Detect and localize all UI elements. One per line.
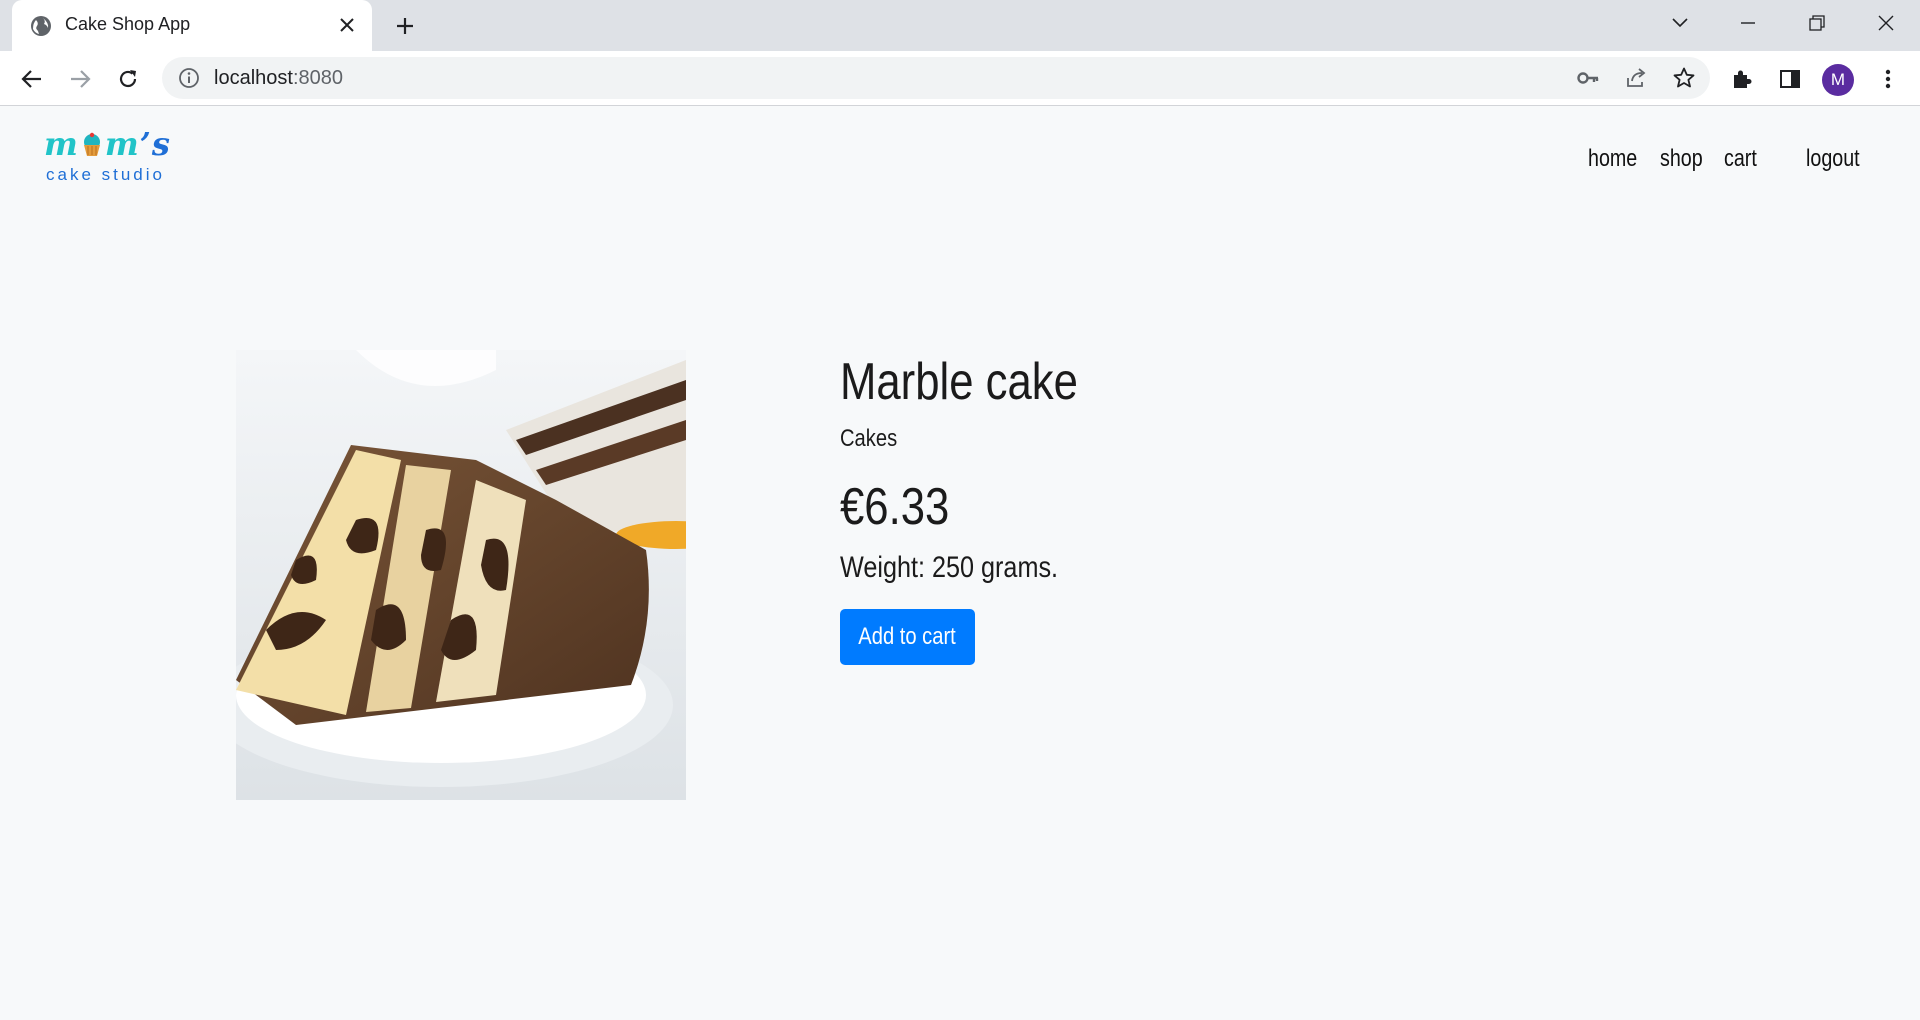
share-icon[interactable] (1624, 66, 1648, 90)
logo-letter: m (104, 125, 140, 163)
reload-icon[interactable] (112, 63, 144, 95)
close-window-icon[interactable] (1866, 8, 1906, 38)
cupcake-icon (79, 127, 105, 156)
browser-tab-strip: Cake Shop App (0, 0, 1920, 51)
nav-cart[interactable]: cart (1724, 145, 1757, 173)
product-weight: Weight: 250 grams. (840, 551, 1059, 584)
url-text[interactable]: localhost:8080 (214, 67, 343, 90)
logo-subtitle: cake studio (46, 165, 165, 184)
nav-home[interactable]: home (1588, 145, 1637, 173)
close-tab-icon[interactable] (334, 12, 360, 38)
back-arrow-icon[interactable] (16, 63, 48, 95)
restore-icon[interactable] (1797, 8, 1837, 38)
product-image (236, 350, 686, 800)
url-port: :8080 (292, 67, 343, 89)
nav-shop[interactable]: shop (1660, 145, 1703, 173)
add-to-cart-label: Add to cart (858, 623, 957, 650)
product-title: Marble cake (840, 353, 1078, 411)
site-logo[interactable]: m m’s cake studio (44, 125, 184, 187)
more-menu-icon[interactable] (1874, 65, 1902, 93)
profile-avatar[interactable]: M (1822, 64, 1854, 96)
bookmark-star-icon[interactable] (1672, 66, 1696, 90)
tab-title: Cake Shop App (65, 14, 191, 34)
nav-logout[interactable]: logout (1806, 145, 1860, 173)
product-price: €6.33 (840, 478, 950, 536)
browser-tab[interactable]: Cake Shop App (12, 0, 372, 51)
forward-arrow-icon[interactable] (64, 63, 96, 95)
logo-letter: m (44, 125, 79, 163)
product-category: Cakes (840, 425, 898, 452)
logo-letter: ’s (139, 125, 171, 163)
add-to-cart-button[interactable]: Add to cart (840, 609, 975, 665)
logo-wordmark: m m’s (44, 125, 171, 163)
extensions-puzzle-icon[interactable] (1728, 65, 1756, 93)
site-info-icon[interactable] (178, 67, 200, 89)
tab-search-chevron-icon[interactable] (1660, 8, 1700, 38)
side-panel-icon[interactable] (1776, 65, 1804, 93)
globe-icon (30, 15, 52, 37)
url-host: localhost (214, 67, 293, 89)
page-content: mm’s cake studio home shop cart logout (0, 107, 1920, 1020)
new-tab-icon[interactable] (390, 11, 420, 41)
minimize-icon[interactable] (1728, 8, 1768, 38)
address-bar[interactable]: localhost:8080 (162, 57, 1710, 99)
key-icon[interactable] (1576, 66, 1600, 90)
browser-toolbar: localhost:8080 M (0, 51, 1920, 106)
